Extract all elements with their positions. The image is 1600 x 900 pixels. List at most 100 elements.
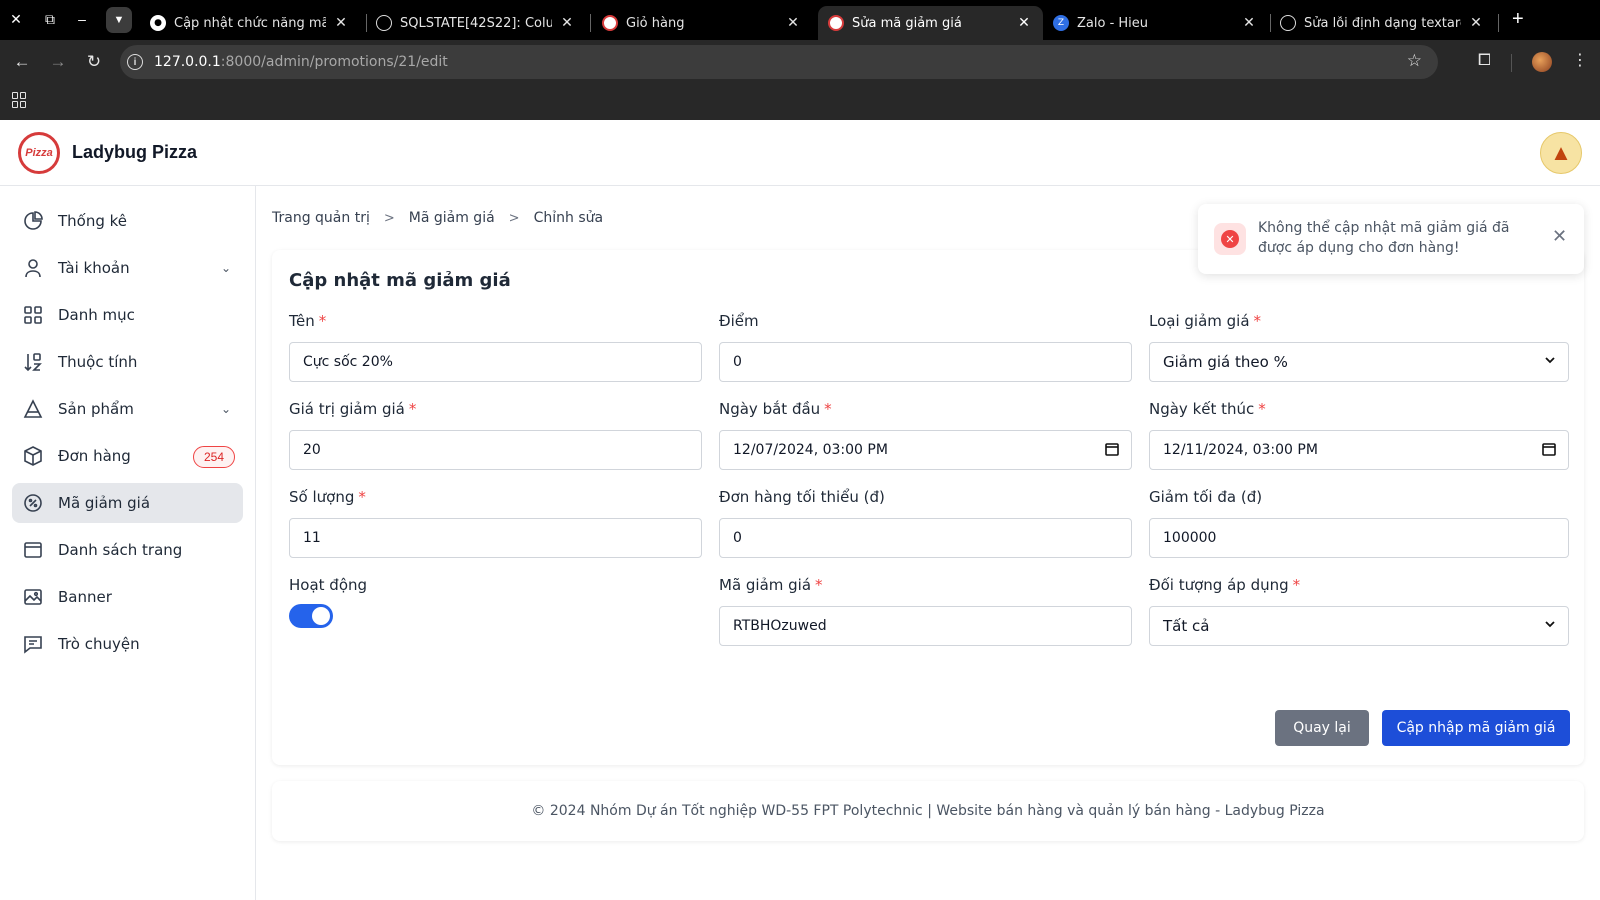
sidebar-item-banner[interactable]: Banner <box>12 577 243 617</box>
close-tab-icon[interactable]: ✕ <box>1240 15 1258 31</box>
quantity-input[interactable]: 11 <box>289 518 702 558</box>
sidebar-item-categories[interactable]: Danh mục <box>12 295 243 335</box>
tab-title: SQLSTATE[42S22]: Column <box>400 15 552 31</box>
min-order-input[interactable]: 0 <box>719 518 1132 558</box>
site-info-icon[interactable]: i <box>127 54 143 70</box>
sort-icon <box>22 351 44 373</box>
browser-menu-icon[interactable]: ⋮ <box>1572 50 1588 70</box>
browser-tab[interactable]: Z Zalo - Hieu ✕ <box>1043 6 1268 40</box>
chevron-down-icon: ⌄ <box>220 402 231 416</box>
close-tab-icon[interactable]: ✕ <box>1467 15 1485 31</box>
profile-avatar[interactable] <box>1532 52 1552 72</box>
discount-value-input[interactable]: 20 <box>289 430 702 470</box>
active-toggle[interactable] <box>289 604 333 628</box>
footer: © 2024 Nhóm Dự án Tốt nghiệp WD-55 FPT P… <box>272 781 1584 841</box>
brand-name[interactable]: Ladybug Pizza <box>72 142 197 163</box>
sidebar-item-products[interactable]: Sản phẩm ⌄ <box>12 389 243 429</box>
back-icon[interactable]: ← <box>12 52 32 72</box>
discount-type-select[interactable]: Giảm giá theo % <box>1149 342 1569 382</box>
breadcrumb-home[interactable]: Trang quản trị <box>272 210 370 226</box>
calendar-icon[interactable] <box>1105 442 1119 459</box>
minimize-window-icon[interactable]: ‒ <box>72 9 92 29</box>
pizza-icon <box>828 15 844 31</box>
restore-window-icon[interactable]: ⧉ <box>40 9 60 29</box>
breadcrumb-current: Chỉnh sửa <box>533 210 604 226</box>
chevron-down-icon <box>1544 618 1556 633</box>
name-input[interactable]: Cực sốc 20% <box>289 342 702 382</box>
form-title: Cập nhật mã giảm giá <box>289 270 511 291</box>
sidebar-item-accounts[interactable]: Tài khoản ⌄ <box>12 248 243 288</box>
zalo-icon: Z <box>1053 15 1069 31</box>
sidebar-item-label: Danh sách trang <box>58 541 183 559</box>
max-discount-label: Giảm tối đa (đ) <box>1149 488 1263 506</box>
tab-title: Sửa lỗi định dạng textarea <box>1304 15 1461 31</box>
close-icon[interactable]: ✕ <box>1552 226 1567 247</box>
error-toast: ✕ Không thể cập nhật mã giảm giá đã được… <box>1198 204 1584 274</box>
breadcrumb: Trang quản trị > Mã giảm giá > Chỉnh sửa <box>272 210 603 226</box>
start-date-input[interactable]: 12/07/2024, 03:00 PM <box>719 430 1132 470</box>
sidebar-item-label: Sản phẩm <box>58 400 134 418</box>
chevron-down-icon: ⌄ <box>220 261 231 275</box>
tab-search-icon[interactable]: ▼ <box>106 7 132 33</box>
sidebar: Thống kê Tài khoản ⌄ Danh mục Thuộc tính… <box>0 186 256 900</box>
browser-tab[interactable]: SQLSTATE[42S22]: Column ✕ <box>366 6 586 40</box>
back-button[interactable]: Quay lại <box>1275 710 1369 746</box>
sidebar-item-label: Đơn hàng <box>58 447 131 465</box>
close-window-icon[interactable]: ✕ <box>6 9 26 29</box>
browser-tab[interactable]: Giỏ hàng ✕ <box>592 6 812 40</box>
globe-icon <box>376 15 392 31</box>
sidebar-item-label: Tài khoản <box>58 259 130 277</box>
max-discount-input[interactable]: 100000 <box>1149 518 1569 558</box>
order-count-badge: 254 <box>192 446 235 468</box>
image-icon <box>22 586 44 608</box>
browser-tab[interactable]: ● Cập nhật chức năng mã gi ✕ <box>140 6 360 40</box>
bookmark-star-icon[interactable]: ☆ <box>1407 51 1422 71</box>
chevron-right-icon: > <box>383 210 395 226</box>
sidebar-item-orders[interactable]: Đơn hàng 254 <box>12 436 243 476</box>
sidebar-item-label: Thống kê <box>58 212 128 230</box>
code-input[interactable]: RTBHOzuwed <box>719 606 1132 646</box>
extensions-icon[interactable]: ⧠ <box>1478 52 1491 70</box>
close-tab-icon[interactable]: ✕ <box>1015 15 1033 31</box>
browser-toolbar: ← → ↻ i 127.0.0.1:8000/admin/promotions/… <box>0 40 1600 84</box>
sidebar-item-statistics[interactable]: Thống kê <box>12 201 243 241</box>
min-order-label: Đơn hàng tối thiểu (đ) <box>719 488 885 506</box>
target-select[interactable]: Tất cả <box>1149 606 1569 646</box>
brand-logo[interactable]: Pizza <box>18 132 60 174</box>
sidebar-item-label: Trò chuyện <box>58 635 140 653</box>
close-tab-icon[interactable]: ✕ <box>784 15 802 31</box>
reload-icon[interactable]: ↻ <box>84 52 104 72</box>
error-icon: ✕ <box>1214 223 1246 255</box>
points-label: Điểm <box>719 312 759 330</box>
tab-title: Zalo - Hieu <box>1077 15 1149 31</box>
browser-tab[interactable]: Sửa lỗi định dạng textarea ✕ <box>1270 6 1495 40</box>
end-date-input[interactable]: 12/11/2024, 03:00 PM <box>1149 430 1569 470</box>
sidebar-item-chat[interactable]: Trò chuyện <box>12 624 243 664</box>
browser-tab-active[interactable]: Sửa mã giảm giá ✕ <box>818 6 1043 40</box>
close-tab-icon[interactable]: ✕ <box>332 15 350 31</box>
chatgpt-icon <box>1280 15 1296 31</box>
name-label: Tên * <box>289 312 327 330</box>
calendar-icon[interactable] <box>1542 442 1556 459</box>
sidebar-item-attributes[interactable]: Thuộc tính <box>12 342 243 382</box>
address-bar[interactable]: i 127.0.0.1:8000/admin/promotions/21/edi… <box>120 45 1438 79</box>
apps-grid-icon[interactable] <box>12 92 28 108</box>
target-label: Đối tượng áp dụng * <box>1149 576 1301 594</box>
grid-icon <box>22 304 44 326</box>
close-tab-icon[interactable]: ✕ <box>558 15 576 31</box>
sidebar-item-discount-codes[interactable]: Mã giảm giá <box>12 483 243 523</box>
breadcrumb-discounts[interactable]: Mã giảm giá <box>409 210 495 226</box>
end-date-label: Ngày kết thúc * <box>1149 400 1266 418</box>
discount-type-label: Loại giảm giá * <box>1149 312 1262 330</box>
points-input[interactable]: 0 <box>719 342 1132 382</box>
sidebar-item-pages[interactable]: Danh sách trang <box>12 530 243 570</box>
new-tab-icon[interactable]: + <box>1512 8 1524 31</box>
forward-icon[interactable]: → <box>48 52 68 72</box>
update-discount-button[interactable]: Cập nhập mã giảm giá <box>1382 710 1570 746</box>
edit-discount-form: Cập nhật mã giảm giá Tên * Cực sốc 20% Đi… <box>272 250 1584 765</box>
user-avatar[interactable]: ▲ <box>1540 132 1582 174</box>
window-icon <box>22 539 44 561</box>
browser-tab-bar: ✕ ⧉ ‒ ▼ ● Cập nhật chức năng mã gi ✕ SQL… <box>0 0 1600 40</box>
sidebar-item-label: Thuộc tính <box>58 353 138 371</box>
sidebar-item-label: Mã giảm giá <box>58 494 151 512</box>
